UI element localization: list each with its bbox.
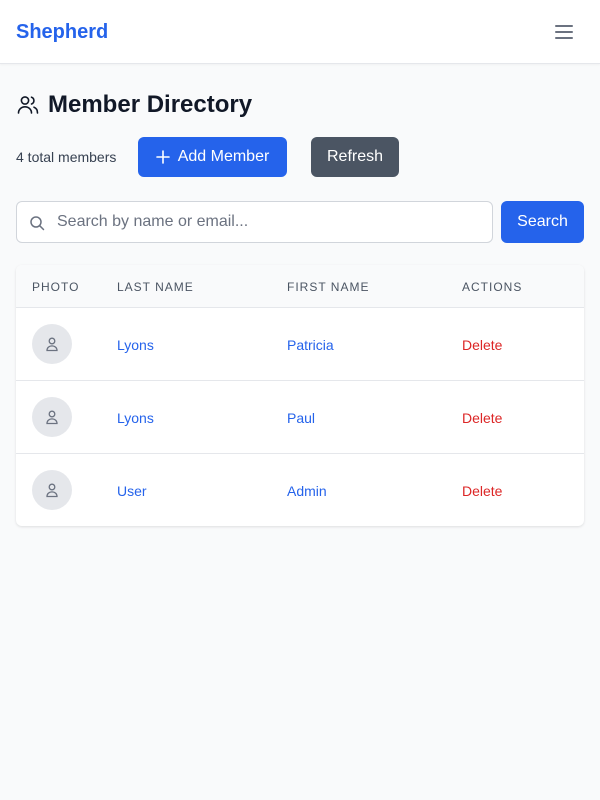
search-icon [29,215,45,231]
add-member-label: Add Member [177,148,270,165]
first-name-link[interactable]: Patricia [287,337,334,353]
page-title: Member Directory [48,91,253,118]
column-header-first-name: First Name [287,280,370,294]
table-header: Photo Last Name First Name Actions [16,265,584,308]
first-name-link[interactable]: Paul [287,410,315,426]
column-header-last-name: Last Name [117,280,194,294]
avatar [32,470,72,510]
users-icon [16,93,40,117]
delete-button[interactable]: Delete [462,337,502,353]
delete-button[interactable]: Delete [462,410,502,426]
search-box [16,201,493,243]
last-name-link[interactable]: Lyons [117,410,154,426]
table-row: User Admin Delete [16,454,584,526]
hamburger-menu-icon [554,24,574,40]
first-name-link[interactable]: Admin [287,483,327,499]
table-row: Lyons Patricia Delete [16,308,584,381]
brand-logo[interactable]: Shepherd [16,19,108,45]
delete-button[interactable]: Delete [462,483,502,499]
members-table: Photo Last Name First Name Actions Lyons… [16,265,584,526]
column-header-actions: Actions [462,280,523,294]
user-placeholder-icon [44,336,60,352]
user-placeholder-icon [44,409,60,425]
user-placeholder-icon [44,482,60,498]
search-input[interactable] [57,202,487,242]
page-heading: Member Directory [16,90,252,120]
avatar [32,397,72,437]
search-button[interactable]: Search [501,201,584,243]
last-name-link[interactable]: Lyons [117,337,154,353]
avatar [32,324,72,364]
navbar: Shepherd [0,0,600,64]
menu-button[interactable] [550,18,578,46]
table-row: Lyons Paul Delete [16,381,584,454]
last-name-link[interactable]: User [117,483,147,499]
member-count: 4 total members [16,149,117,165]
column-header-photo: Photo [32,280,80,294]
add-member-button[interactable]: Add Member [138,137,287,177]
refresh-button[interactable]: Refresh [311,137,399,177]
plus-icon [155,150,170,164]
